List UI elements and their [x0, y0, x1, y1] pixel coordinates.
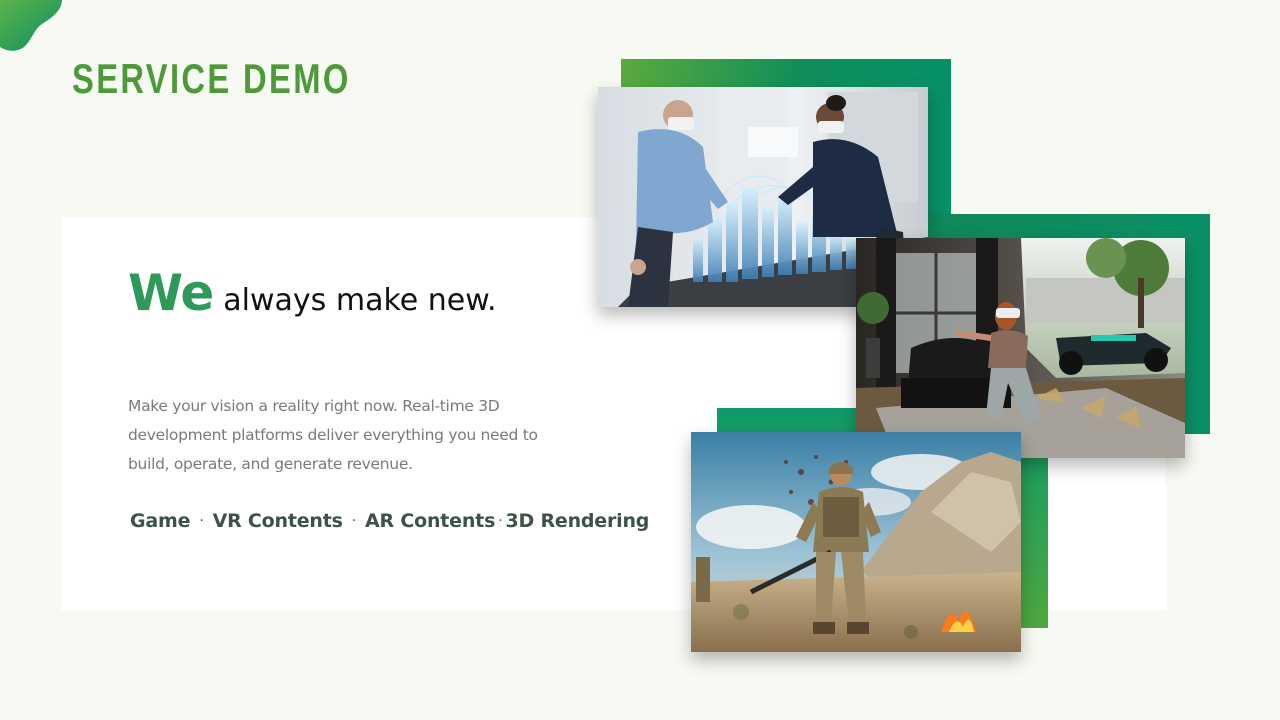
- vr-racing-photo: [856, 238, 1185, 458]
- description-text: Make your vision a reality right now. Re…: [128, 397, 538, 473]
- corner-blob-decoration: [0, 0, 62, 51]
- service-item: Game: [130, 510, 191, 532]
- service-separator: ·: [498, 513, 503, 529]
- headline-text: always make new.: [223, 283, 497, 318]
- headline: We always make new.: [128, 268, 497, 318]
- service-item: 3D Rendering: [505, 510, 650, 532]
- game-soldier-photo: [691, 432, 1021, 652]
- service-separator: ·: [351, 513, 357, 529]
- page-title: SERVICE DEMO: [72, 55, 351, 102]
- service-item: AR Contents: [365, 510, 496, 532]
- service-separator: ·: [199, 513, 204, 529]
- service-item: VR Contents: [212, 510, 343, 532]
- headline-accent: We: [128, 264, 214, 322]
- service-list: Game · VR Contents · AR Contents · 3D Renderin…: [130, 510, 649, 532]
